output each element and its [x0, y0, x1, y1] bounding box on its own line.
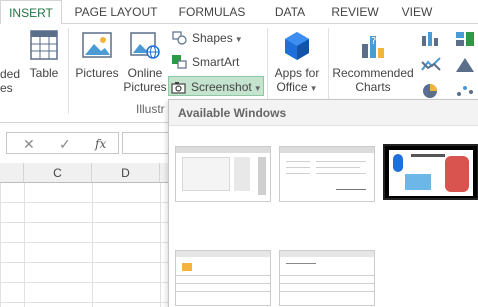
shapes-label: Shapes [192, 31, 233, 45]
shapes-dropdown-icon: ▼ [234, 35, 243, 44]
table-label: Table [29, 66, 59, 80]
available-window-thumbnail[interactable] [383, 144, 478, 200]
apps-dropdown-icon: ▼ [309, 84, 318, 93]
pie-chart-icon[interactable] [420, 82, 442, 100]
thumbnail-image [445, 156, 469, 192]
grid-column-line [24, 183, 25, 307]
insert-function-icon[interactable]: fx [95, 137, 106, 151]
available-window-thumbnail[interactable] [279, 146, 375, 202]
shapes-button[interactable]: Shapes ▼ [170, 28, 243, 48]
thumbnail-content [258, 157, 266, 195]
formula-bar: ✕ ✓ fx [0, 123, 168, 163]
available-window-thumbnail[interactable] [175, 146, 271, 202]
screenshot-button[interactable]: Screenshot ▼ [168, 76, 264, 96]
thumbnail-line [316, 173, 366, 174]
thumbnail-line [286, 173, 310, 174]
online-pictures-label-line2: Pictures [123, 80, 167, 94]
recommended-charts-button[interactable]: ? Recommended Charts [330, 30, 416, 94]
formula-buttons: ✕ ✓ fx [6, 132, 119, 154]
thumbnail-logo [393, 154, 403, 172]
thumbnail-line [280, 275, 374, 276]
pictures-button[interactable]: Pictures [74, 30, 120, 80]
formula-input[interactable] [122, 132, 168, 154]
grid-column-line [160, 183, 161, 307]
available-windows-heading: Available Windows [169, 100, 478, 126]
grid-column-line [92, 183, 93, 307]
thumbnail-titlebar [280, 251, 374, 257]
pictures-label: Pictures [75, 66, 119, 80]
thumbnail-titlebar [280, 147, 374, 153]
tab-page-layout[interactable]: PAGE LAYOUT [66, 0, 166, 24]
apps-for-office-icon [285, 32, 309, 60]
tab-insert[interactable]: INSERT [0, 0, 62, 25]
hierarchy-chart-icon[interactable] [454, 30, 476, 48]
thumbnail-line [280, 291, 374, 292]
screenshot-dropdown-panel: Available Windows [168, 99, 478, 307]
thumbnail-line [286, 263, 316, 264]
thumbnail-line [176, 275, 270, 276]
statistic-chart-icon[interactable] [454, 56, 476, 74]
thumbnail-cell [182, 263, 192, 271]
apps-for-office-label-line2-text: Office [276, 80, 308, 94]
apps-for-office-button[interactable]: Apps for Office ▼ [270, 30, 324, 96]
tab-formulas[interactable]: FORMULAS [172, 0, 252, 24]
smartart-label: SmartArt [192, 55, 240, 69]
thumbnail-line [286, 161, 310, 162]
online-pictures-icon [130, 32, 160, 59]
column-header-d[interactable]: D [92, 163, 160, 183]
shapes-icon [172, 31, 187, 45]
column-header-partial[interactable] [0, 163, 24, 183]
worksheet-grid[interactable] [0, 183, 168, 307]
thumbnail-content [182, 157, 230, 191]
thumbnail-line [316, 161, 366, 162]
online-pictures-label-line1: Online [127, 66, 163, 80]
recommended-pivottables-button[interactable]: ded es [0, 67, 20, 95]
thumbnail-titlebar [176, 251, 270, 257]
recommended-charts-label-line2: Charts [355, 80, 391, 94]
tab-data[interactable]: DATA [266, 0, 314, 24]
thumbnail-line [411, 154, 445, 157]
apps-for-office-label-line1: Apps for [274, 66, 320, 80]
recommended-pivottables-label-bottom: es [0, 81, 13, 95]
cancel-icon[interactable]: ✕ [23, 136, 35, 153]
thumbnail-image [405, 174, 431, 190]
thumbnail-line [286, 167, 310, 168]
screenshot-label: Screenshot [191, 80, 252, 94]
recommended-charts-icon: ? [362, 36, 384, 58]
thumbnail-line [336, 189, 366, 190]
thumbnail-line [280, 283, 374, 284]
available-window-thumbnail[interactable] [279, 250, 375, 306]
pictures-icon [82, 32, 112, 58]
camera-icon [171, 82, 186, 94]
table-icon [30, 30, 58, 60]
thumbnail-line [176, 291, 270, 292]
tab-review[interactable]: REVIEW [326, 0, 384, 24]
smartart-button[interactable]: SmartArt [170, 52, 239, 72]
ribbon-tab-bar: INSERT PAGE LAYOUT FORMULAS DATA REVIEW … [0, 0, 478, 25]
scatter-chart-icon[interactable] [454, 82, 476, 100]
thumbnail-line [316, 167, 360, 168]
column-header-c[interactable]: C [24, 163, 92, 183]
line-chart-icon[interactable] [420, 56, 442, 74]
recommended-charts-label-line1: Recommended [332, 66, 414, 80]
screenshot-dropdown-icon: ▼ [253, 84, 262, 93]
thumbnail-titlebar [176, 147, 270, 153]
enter-icon[interactable]: ✓ [59, 136, 71, 153]
available-window-thumbnail[interactable] [175, 250, 271, 306]
thumbnail-content [234, 157, 250, 191]
tab-view[interactable]: VIEW [394, 0, 440, 24]
smartart-icon [172, 55, 187, 69]
column-chart-icon[interactable] [420, 30, 442, 48]
column-header-partial[interactable] [160, 163, 168, 183]
svg-text:?: ? [371, 36, 376, 47]
online-pictures-button[interactable]: Online Pictures [122, 30, 168, 94]
apps-for-office-label-line2: Office ▼ [270, 80, 324, 96]
thumbnail-line [176, 283, 270, 284]
table-button[interactable]: Table [24, 30, 64, 80]
ribbon-separator [68, 28, 69, 114]
recommended-pivottables-label-top: ded [0, 67, 21, 81]
